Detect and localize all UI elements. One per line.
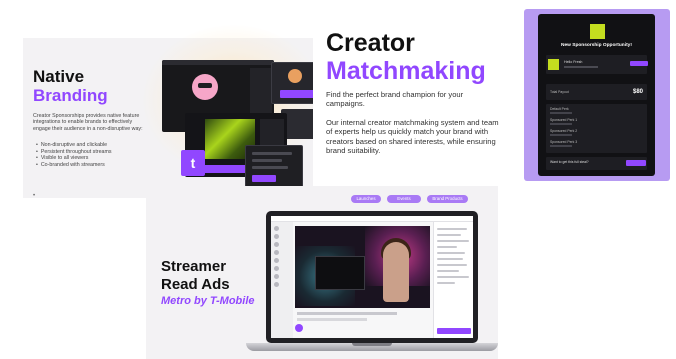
matchmaking-paragraph-1: Find the perfect brand champion for your… — [326, 90, 464, 109]
native-title-line1: Native — [33, 67, 85, 86]
mock-sponsor-card — [245, 145, 303, 189]
laptop-screen — [271, 216, 473, 338]
native-bullet-list: Non-disruptive and clickable Persistent … — [36, 142, 112, 168]
perk-subline — [550, 134, 572, 136]
mock-cta-button — [252, 175, 276, 182]
streamer-figure-body — [383, 242, 409, 302]
twitch-logo-icon: t — [181, 150, 205, 176]
laptop-notch — [352, 343, 392, 346]
accept-button[interactable] — [626, 160, 646, 166]
sponsorship-card: New Sponsorship Opportunity! Hello Fresh… — [538, 14, 655, 176]
creator-avatar — [288, 69, 302, 83]
perk-subline — [550, 112, 572, 114]
chat-line — [437, 246, 457, 248]
channel-avatar-icon — [274, 258, 279, 263]
bullet-item: Co-branded with streamers — [36, 162, 112, 169]
laptop-mockup — [266, 211, 478, 343]
ad-overlay — [315, 256, 365, 290]
perk-subline — [550, 123, 572, 125]
mock-text-line — [252, 159, 282, 162]
matchmaking-title-line2: Matchmaking — [326, 57, 486, 85]
tag-events: Events — [387, 195, 421, 203]
matchmaking-title-line1: Creator — [326, 29, 415, 57]
channel-avatar-icon — [274, 250, 279, 255]
tag-launches: Launches — [351, 195, 381, 203]
streamer-avatar-icon — [295, 324, 303, 332]
total-payout-value: $80 — [632, 89, 643, 95]
chat-line — [437, 264, 467, 266]
bullet-item: Non-disruptive and clickable — [36, 142, 112, 149]
bullet-item: Visible to all viewers — [36, 155, 112, 162]
chat-send-button[interactable] — [437, 328, 471, 334]
bullet-item: Persistent throughout streams — [36, 149, 112, 156]
read-ads-title-line2: Read Ads — [161, 276, 230, 293]
chat-line — [437, 258, 463, 260]
chat-line — [437, 252, 465, 254]
brand-logo-icon — [590, 24, 605, 39]
prompt-text: Want to get this full steal? — [550, 160, 589, 164]
chat-line — [437, 282, 455, 284]
chat-line — [437, 276, 469, 278]
perk-subline — [550, 145, 572, 147]
mock-text-line — [252, 166, 288, 169]
creator-avatar-illustration — [192, 74, 218, 100]
streamer-read-ads-panel: Streamer Read Ads Metro by T-Mobile Laun… — [146, 186, 498, 359]
native-description: Creator Sponsorships provides native fea… — [33, 113, 143, 132]
footer-mark: • — [33, 193, 36, 198]
chat-line — [437, 270, 459, 272]
card-heading: New Sponsorship Opportunity! — [561, 43, 632, 48]
site-left-nav — [271, 222, 293, 338]
mock-follow-button — [280, 90, 313, 98]
native-title-line2: Branding — [33, 86, 108, 105]
perk-label: Sponsored Perk 1 — [550, 118, 578, 122]
chat-line — [437, 228, 467, 230]
channel-avatar-icon — [274, 234, 279, 239]
read-ads-title-line1: Streamer — [161, 258, 227, 275]
native-branding-panel: Native Branding Creator Sponsorships pro… — [23, 5, 313, 198]
stream-meta-line — [297, 318, 367, 321]
mock-profile-popup — [271, 62, 313, 104]
perk-label: Sponsored Perk 3 — [550, 140, 578, 144]
channel-avatar-icon — [274, 242, 279, 247]
brand-subline — [564, 66, 598, 68]
view-button[interactable] — [630, 61, 648, 66]
read-ads-subtitle: Metro by T-Mobile — [161, 295, 255, 307]
chat-line — [437, 240, 469, 242]
mock-text-line — [252, 152, 292, 155]
perk-label: Default Perk — [550, 107, 569, 111]
stream-video — [295, 226, 430, 308]
channel-avatar-icon — [274, 274, 279, 279]
tag-brand-products: Brand Products — [427, 195, 468, 203]
chat-line — [437, 234, 461, 236]
stream-title-line — [297, 312, 397, 315]
perk-label: Sponsored Perk 2 — [550, 129, 578, 133]
brand-name: Hello Fresh — [564, 60, 583, 64]
channel-avatar-icon — [274, 282, 279, 287]
brand-thumbnail — [548, 59, 559, 70]
laptop-base — [246, 343, 498, 351]
channel-avatar-icon — [274, 266, 279, 271]
stream-chat — [433, 222, 473, 338]
matchmaking-paragraph-2: Our internal creator matchmaking system … — [326, 118, 499, 156]
total-payout-label: Total Payout — [550, 90, 569, 94]
channel-avatar-icon — [274, 226, 279, 231]
sponsorship-card-panel: New Sponsorship Opportunity! Hello Fresh… — [524, 9, 670, 181]
mock-window-bar — [162, 60, 274, 65]
